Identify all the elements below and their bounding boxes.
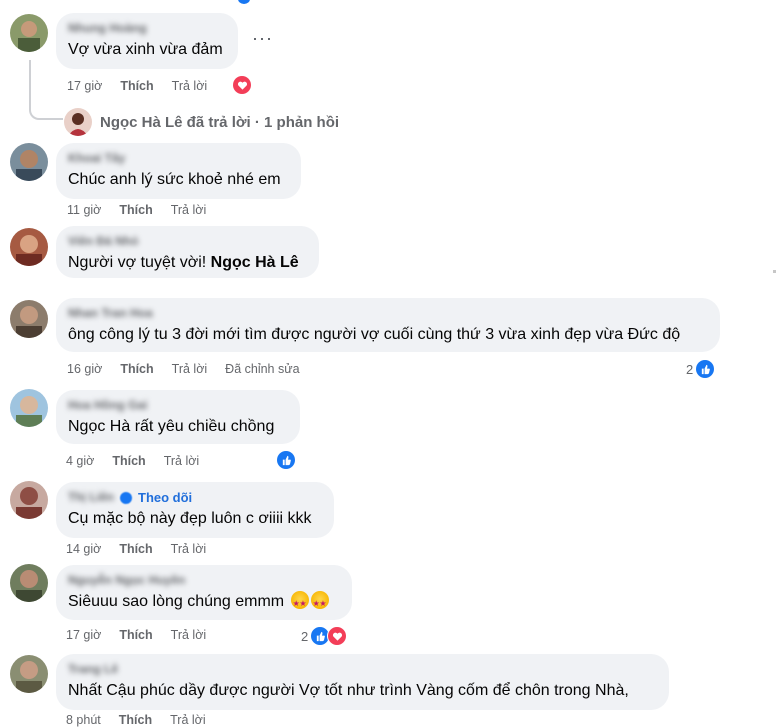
avatar[interactable] [10,564,48,602]
reaction-count: 2 [301,628,309,644]
reaction-summary[interactable] [277,451,295,469]
comment-text-body: Siêuuu sao lòng chúng emmm [68,593,285,610]
reaction-summary[interactable] [233,76,251,94]
comment-bubble: Khoai Tây Chúc anh lý sức khoẻ nhé em [56,143,301,199]
comment-bubble: Trang Lê Nhất Cậu phúc dầy được người Vợ… [56,654,669,710]
comment-author[interactable]: Thị Liên [68,490,114,505]
comment-actions: 8 phút Thích Trả lời [66,713,206,727]
comment-text: Vợ vừa xinh vừa đảm [68,41,223,58]
comment-actions: 14 giờ Thích Trả lời [66,542,206,556]
star-struck-emoji-icon [310,591,329,615]
comment-actions: 11 giờ Thích Trả lời [67,203,206,217]
like-button[interactable]: Thích [119,542,152,556]
comment-author[interactable]: Khoai Tây [68,151,289,166]
like-reaction-icon [696,360,715,378]
comment-author[interactable]: Nhan Tran Hoa [68,306,708,321]
comment-bubble: Nhung Hoàng Vợ vừa xinh vừa đảm [56,13,238,69]
comment-author[interactable]: Nguyễn Ngọc Huyền [68,573,340,588]
comment-author[interactable]: Viên Đá Nhỏ [68,234,307,249]
edited-label[interactable]: Đã chỉnh sửa [225,362,299,376]
reaction-icon-partial [238,0,250,4]
comment-text: Người vợ tuyệt vời! Ngọc Hà Lê [68,252,307,274]
avatar[interactable] [10,143,48,181]
love-reaction-icon [233,76,251,94]
avatar[interactable] [10,655,48,693]
reaction-summary[interactable]: 2 [301,626,348,646]
like-reaction-icon [277,451,295,469]
comment-bubble: Hoa Hồng Gai Ngọc Hà rất yêu chiều chồng [56,390,300,444]
thread-connector [29,60,63,120]
like-button[interactable]: Thích [119,628,152,642]
like-button[interactable]: Thích [119,713,152,727]
avatar[interactable] [10,14,48,52]
like-button[interactable]: Thích [119,203,152,217]
comment-time[interactable]: 17 giờ [66,628,101,642]
comment-bubble: Nhan Tran Hoa ông công lý tu 3 đời mới t… [56,298,720,352]
star-struck-emoji-icon [290,591,309,615]
comment-author[interactable]: Nhung Hoàng [68,21,226,36]
comment-time[interactable]: 4 giờ [66,454,94,468]
avatar[interactable] [10,389,48,427]
comment-text: Siêuuu sao lòng chúng emmm [68,591,340,615]
comment-text: Cụ mặc bộ này đẹp luôn c ơiiii kkk [68,510,312,527]
comment-time[interactable]: 17 giờ [67,79,102,93]
comment-actions: 4 giờ Thích Trả lời [66,454,199,468]
avatar[interactable] [10,228,48,266]
comment-bubble: Thị Liên Theo dõi Cụ mặc bộ này đẹp luôn… [56,482,334,538]
comment-text: ông công lý tu 3 đời mới tìm được người … [68,326,681,343]
avatar [64,108,92,136]
comment-text: Chúc anh lý sức khoẻ nhé em [68,171,281,188]
reply-button[interactable]: Trả lời [164,454,200,468]
comment-time[interactable]: 8 phút [66,713,101,727]
comment-header: Thị Liên Theo dõi [68,490,322,505]
love-reaction-icon [327,626,348,646]
reply-button[interactable]: Trả lời [172,362,208,376]
comment-time[interactable]: 14 giờ [66,542,101,556]
comment-actions: 17 giờ Thích Trả lời [67,79,207,93]
verified-badge-icon [120,491,132,504]
reaction-summary[interactable]: 2 [686,360,715,378]
avatar[interactable] [10,481,48,519]
avatar[interactable] [10,300,48,338]
reply-button[interactable]: Trả lời [171,628,207,642]
divider [773,270,776,273]
comment-actions: 17 giờ Thích Trả lời [66,628,206,642]
comment-bubble: Viên Đá Nhỏ Người vợ tuyệt vời! Ngọc Hà … [56,226,319,278]
comment-bubble: Nguyễn Ngọc Huyền Siêuuu sao lòng chúng … [56,565,352,620]
comment-author[interactable]: Hoa Hồng Gai [68,398,288,413]
like-button[interactable]: Thích [120,79,153,93]
reply-summary[interactable]: Ngọc Hà Lê đã trả lời · 1 phản hồi [64,108,339,136]
comment-text-body: Người vợ tuyệt vời! [68,254,207,271]
reply-button[interactable]: Trả lời [171,542,207,556]
comment-text: Ngọc Hà rất yêu chiều chồng [68,418,275,435]
comment-actions: 16 giờ Thích Trả lời Đã chỉnh sửa [67,362,300,376]
tagged-user[interactable]: Ngọc Hà Lê [211,254,299,271]
reaction-count: 2 [686,361,694,377]
follow-button[interactable]: Theo dõi [138,490,192,505]
like-button[interactable]: Thích [112,454,145,468]
reply-button[interactable]: Trả lời [172,79,208,93]
reply-button[interactable]: Trả lời [171,203,207,217]
more-options-icon[interactable]: ··· [252,28,273,49]
reply-summary-text[interactable]: Ngọc Hà Lê đã trả lời · 1 phản hồi [100,114,339,131]
comment-time[interactable]: 16 giờ [67,362,102,376]
comment-author[interactable]: Trang Lê [68,662,657,677]
like-button[interactable]: Thích [120,362,153,376]
comment-text: Nhất Cậu phúc dầy được người Vợ tốt như … [68,682,629,699]
reply-button[interactable]: Trả lời [170,713,206,727]
comment-time[interactable]: 11 giờ [67,203,101,217]
